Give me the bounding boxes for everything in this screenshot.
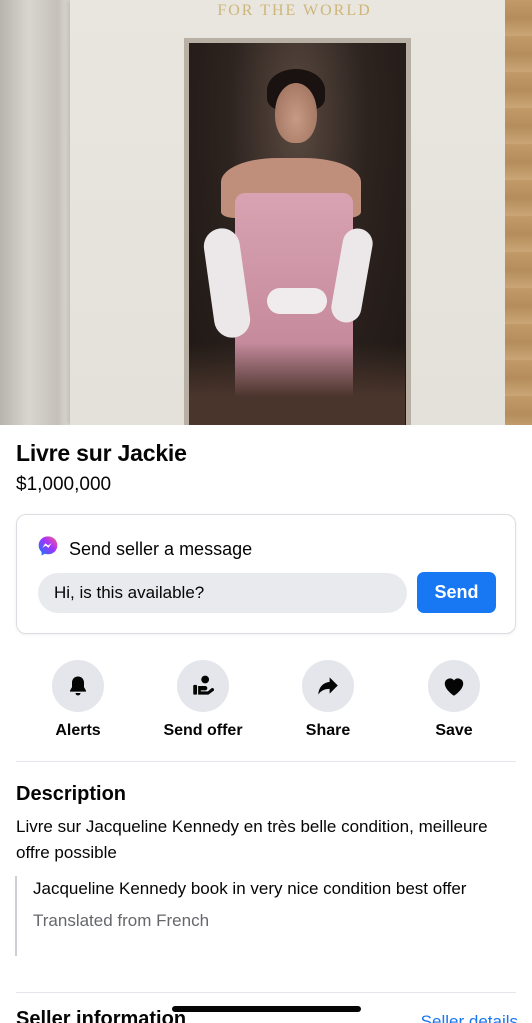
listing-photo[interactable]: FOR THE WORLD — [0, 0, 532, 425]
save-label: Save — [435, 722, 473, 739]
cover-portrait — [189, 43, 406, 425]
section-divider — [16, 761, 516, 762]
translation-block: Jacqueline Kennedy book in very nice con… — [15, 876, 505, 956]
alerts-button[interactable]: Alerts — [18, 660, 138, 740]
message-seller-card: Send seller a message Send — [16, 514, 516, 634]
action-bar: Alerts Send offer Share Save — [0, 660, 532, 750]
listing-price: $1,000,000 — [16, 474, 112, 495]
share-label: Share — [305, 722, 351, 739]
alerts-label: Alerts — [55, 722, 101, 739]
send-offer-button[interactable]: Send offer — [143, 660, 263, 740]
book-spine — [0, 0, 72, 425]
messenger-icon — [38, 536, 58, 556]
offer-hand-icon — [193, 675, 215, 695]
seller-details-link[interactable]: Seller details — [421, 1012, 518, 1023]
home-indicator[interactable] — [172, 1006, 361, 1012]
send-offer-label: Send offer — [163, 722, 243, 739]
section-divider — [16, 992, 516, 993]
message-input[interactable] — [38, 573, 407, 613]
translated-text: Jacqueline Kennedy book in very nice con… — [33, 879, 467, 898]
share-icon-circle[interactable] — [302, 660, 354, 712]
save-icon-circle[interactable] — [428, 660, 480, 712]
wood-surface — [505, 0, 532, 425]
description-text: Livre sur Jacqueline Kennedy en très bel… — [16, 817, 488, 862]
book-cover-title: FOR THE WORLD — [217, 2, 372, 19]
listing-title: Livre sur Jackie — [16, 440, 187, 466]
message-heading: Send seller a message — [69, 539, 253, 559]
save-button[interactable]: Save — [394, 660, 514, 740]
bell-icon — [70, 676, 86, 696]
cover-portrait-frame — [184, 38, 411, 425]
description-heading: Description — [16, 783, 127, 805]
share-arrow-icon — [318, 677, 338, 695]
send-button[interactable]: Send — [417, 572, 496, 613]
share-button[interactable]: Share — [268, 660, 388, 740]
translated-from-label[interactable]: Translated from French — [33, 911, 505, 931]
heart-icon — [444, 678, 464, 696]
seller-info-heading: Seller information — [16, 1008, 187, 1023]
send-offer-icon-circle[interactable] — [177, 660, 229, 712]
alerts-icon-circle[interactable] — [52, 660, 104, 712]
